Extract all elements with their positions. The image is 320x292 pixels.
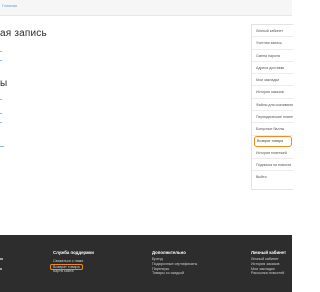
link-stub[interactable] — [0, 51, 2, 52]
sidebar-item-wishlist[interactable]: Мои закладки — [252, 74, 293, 87]
sidebar-item-addresses[interactable]: Адреса доставки — [252, 62, 293, 75]
footer-link-stub[interactable] — [0, 258, 3, 260]
footer-extra-links: Бренд Подарочные сертификаты Партнеры То… — [152, 257, 197, 276]
section-title: ы — [0, 78, 8, 89]
sidebar-item-password[interactable]: Смена пароля — [252, 50, 293, 62]
sidebar-item-transactions[interactable]: История платежей — [252, 147, 293, 159]
link-stub[interactable] — [0, 146, 4, 147]
link-stub[interactable] — [0, 60, 2, 61]
footer-support-heading: Служба поддержки — [53, 250, 94, 255]
link-stub[interactable] — [0, 122, 2, 123]
link-stub[interactable] — [0, 99, 2, 100]
footer-account-heading: Личный кабинет — [251, 250, 287, 255]
sidebar-item-reward-points[interactable]: Бонусные баллы — [252, 123, 293, 136]
sidebar-item-account[interactable]: Личный кабинет — [252, 25, 293, 38]
page-title: ая запись — [0, 28, 47, 39]
sidebar-item-logout[interactable]: Выйти — [252, 171, 293, 183]
sidebar-item-edit-account[interactable]: Учетная запись — [252, 37, 293, 50]
sidebar-item-downloads[interactable]: Файлы для скачивания — [252, 99, 293, 112]
footer-link-order-history[interactable]: История заказов — [251, 262, 284, 267]
footer-link-vouchers[interactable]: Подарочные сертификаты — [152, 262, 197, 267]
sidebar-item-order-history[interactable]: История заказов — [252, 86, 293, 99]
breadcrumb-bar: Главная — [0, 0, 292, 16]
account-sidebar-menu: Личный кабинет Учетная запись Смена паро… — [251, 24, 293, 190]
footer-link-stub[interactable] — [0, 268, 2, 270]
sidebar-item-returns[interactable]: Возврат товара — [254, 135, 292, 147]
footer-extra-heading: Дополнительно — [152, 250, 186, 255]
footer-support-links: Связаться с нами Возврат товара Карта са… — [50, 259, 83, 273]
sidebar-item-recurring[interactable]: Периодические платежи — [252, 111, 293, 124]
site-footer: Служба поддержки Связаться с нами Возвра… — [0, 235, 292, 292]
link-stub[interactable] — [0, 113, 2, 114]
breadcrumb-home-link[interactable]: Главная — [2, 3, 17, 8]
footer-account-links: Личный кабинет История заказов Мои закла… — [251, 257, 284, 276]
footer-link-newsletter[interactable]: Рассылка новостей — [251, 271, 284, 276]
footer-link-specials[interactable]: Товары со скидкой — [152, 271, 197, 276]
sidebar-item-newsletter[interactable]: Подписка на новости — [252, 159, 293, 172]
